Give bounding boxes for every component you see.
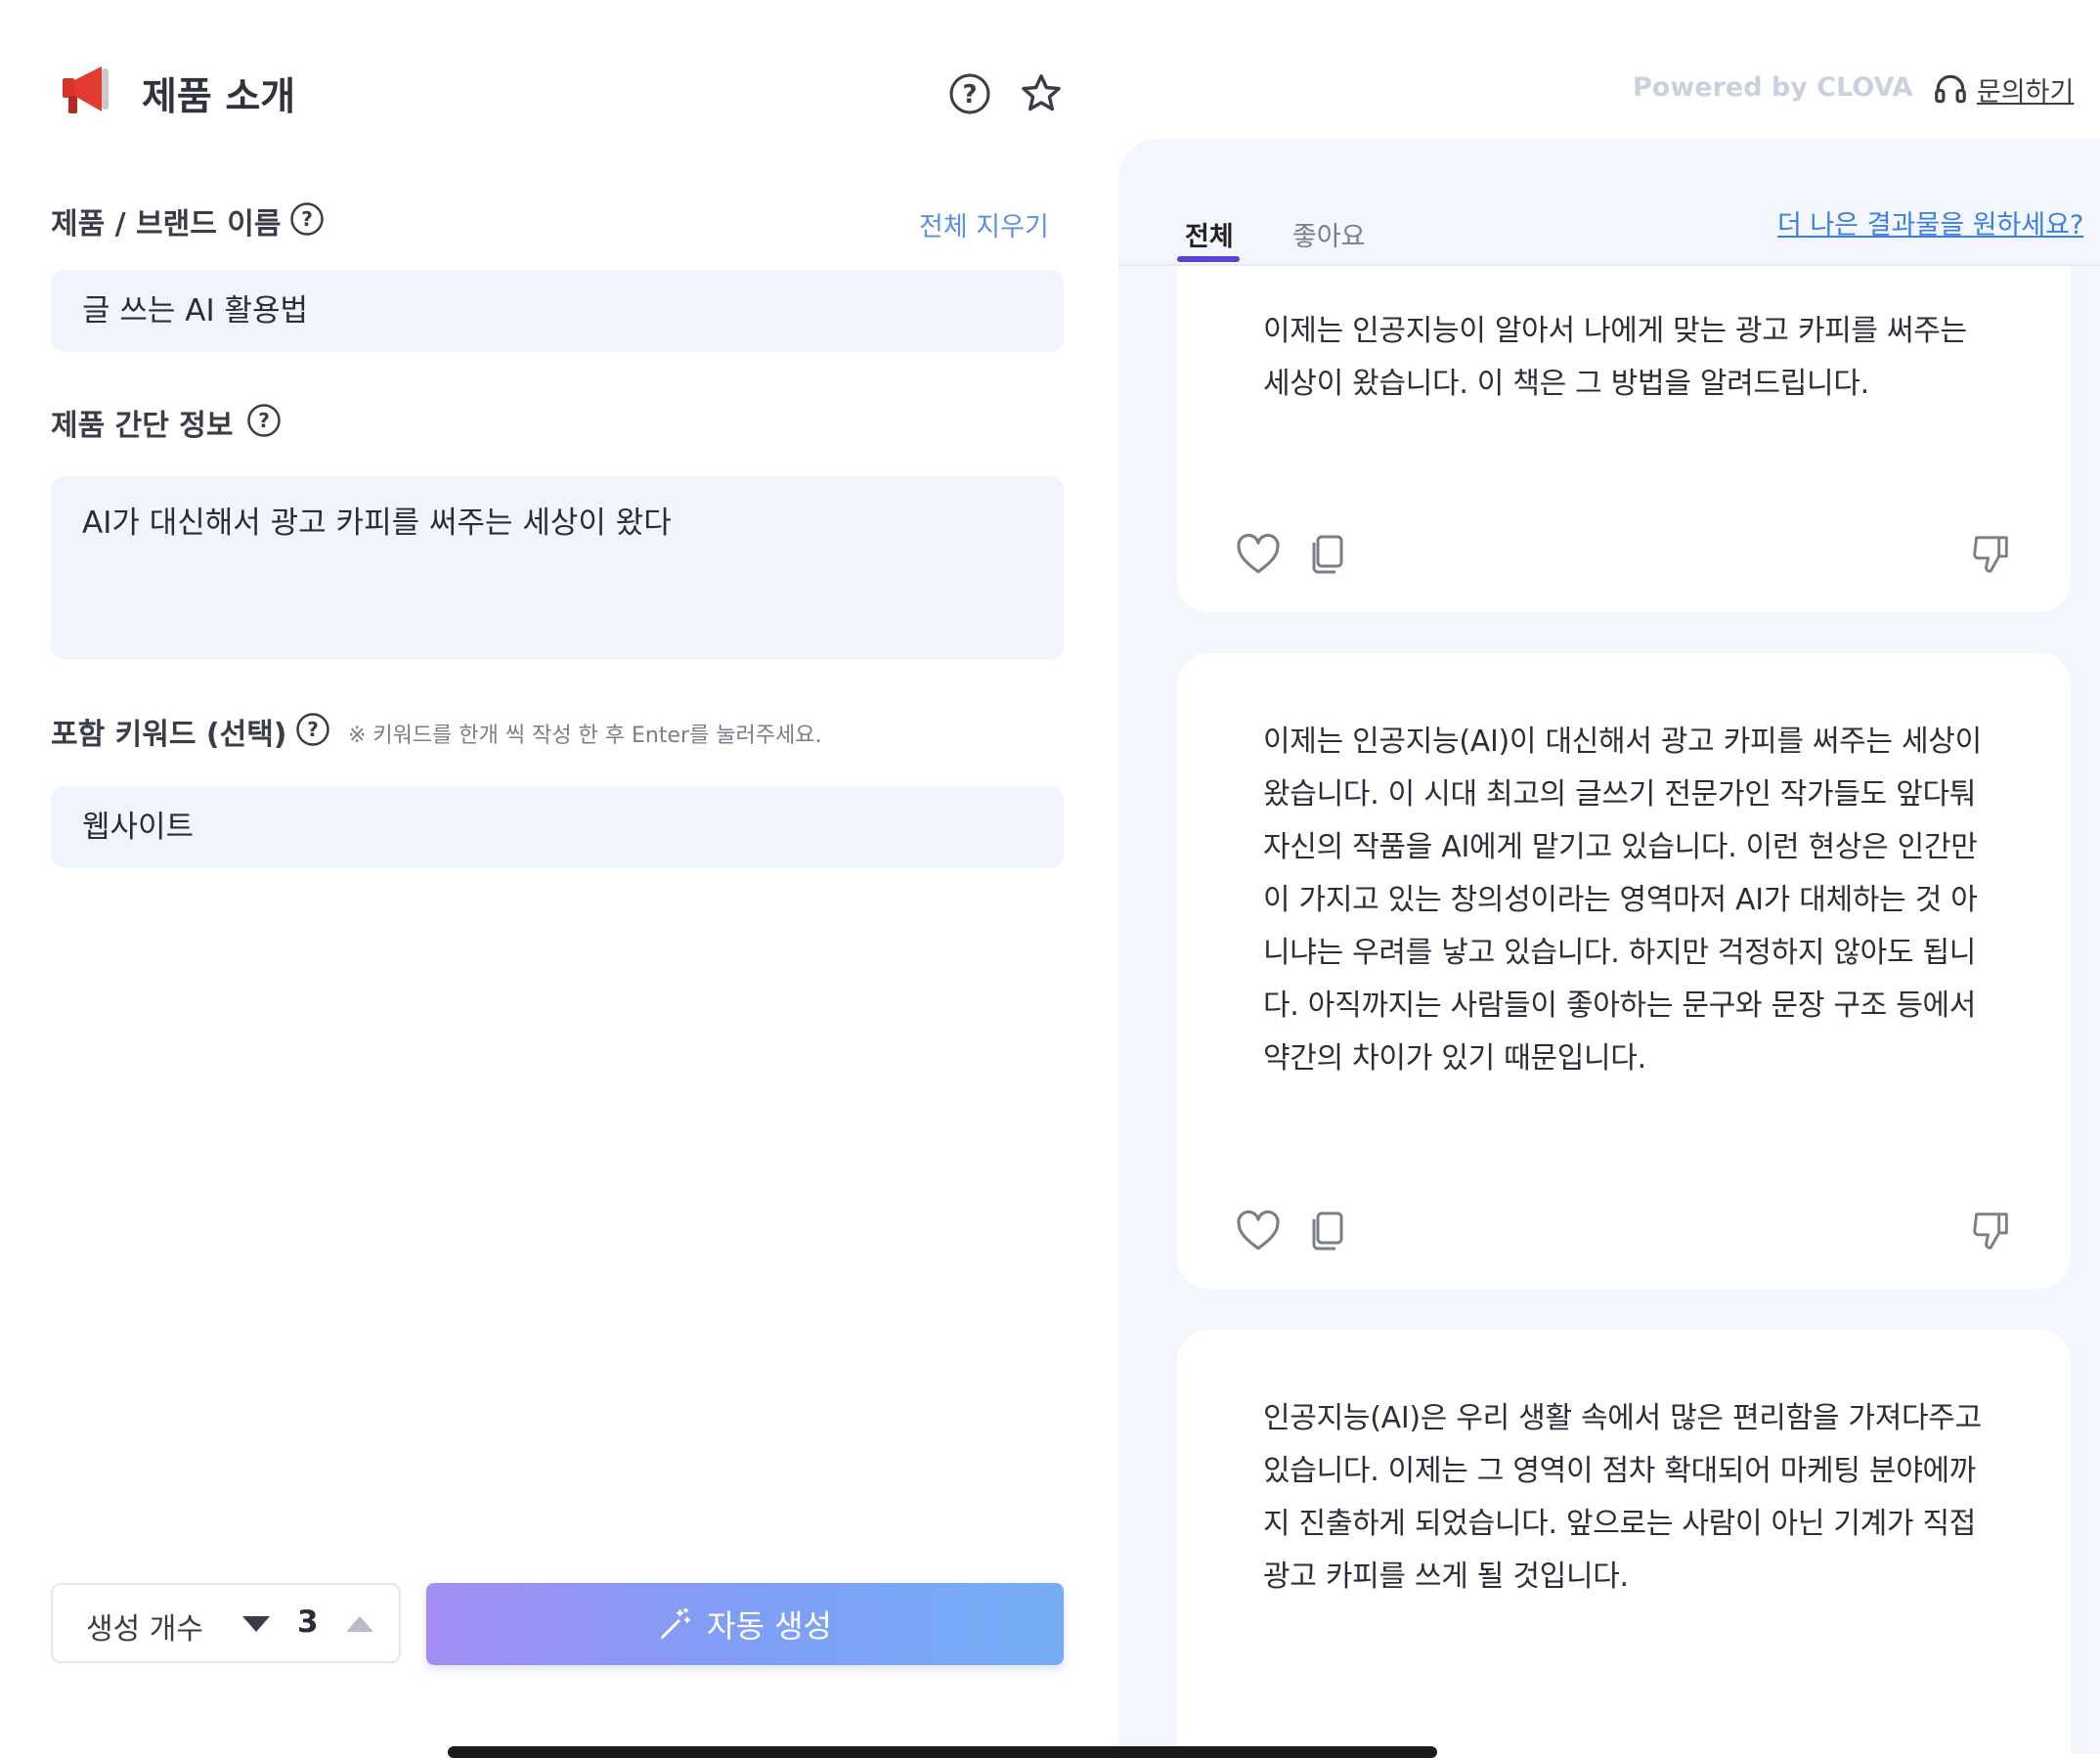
product-info-textarea[interactable]: AI가 대신해서 광고 카피를 써주는 세상이 왔다 bbox=[51, 476, 1064, 660]
home-indicator bbox=[448, 1746, 1437, 1758]
copy-icon[interactable] bbox=[1304, 530, 1351, 583]
card-2-line: 왔습니다. 이 시대 최고의 글쓰기 전문가인 작가들도 앞다퉈 bbox=[1263, 777, 1977, 812]
star-icon[interactable] bbox=[1019, 71, 1064, 116]
magic-wand-icon bbox=[658, 1606, 693, 1642]
tab-liked[interactable]: 좋아요 bbox=[1292, 215, 1366, 253]
card-3-line: 있습니다. 이제는 그 영역이 점차 확대되어 마케팅 분야에까 bbox=[1263, 1454, 1977, 1488]
tab-all[interactable]: 전체 bbox=[1185, 215, 1234, 253]
card-3-line: 광고 카피를 쓰게 될 것입니다. bbox=[1263, 1560, 1629, 1594]
keyword-value: 웹사이트 bbox=[82, 810, 195, 845]
svg-text:?: ? bbox=[962, 80, 977, 110]
card-2-line: 자신의 작품을 AI에게 맡기고 있습니다. 이런 현상은 인간만 bbox=[1263, 830, 1978, 864]
heart-icon[interactable] bbox=[1234, 530, 1283, 583]
card-1-line: 이제는 인공지능이 알아서 나에게 맞는 광고 카피를 써주는 bbox=[1263, 314, 1967, 348]
count-increase-button[interactable] bbox=[346, 1616, 373, 1636]
svg-text:?: ? bbox=[301, 207, 313, 231]
product-info-label: 제품 간단 정보 bbox=[51, 409, 234, 443]
card-2-line: 이 가지고 있는 창의성이라는 영역마저 AI가 대체하는 것 아 bbox=[1263, 883, 1978, 917]
count-label: 생성 개수 bbox=[86, 1612, 203, 1647]
copy-icon[interactable] bbox=[1304, 1207, 1351, 1259]
brand-name-input[interactable]: 글 쓰는 AI 활용법 bbox=[51, 270, 1064, 352]
card-2-line: 니냐는 우려를 낳고 있습니다. 하지만 걱정하지 않아도 됩니 bbox=[1263, 936, 1977, 970]
count-decrease-button[interactable] bbox=[242, 1616, 270, 1636]
contact-link[interactable]: 문의하기 bbox=[1977, 70, 2074, 109]
thumbs-down-icon[interactable] bbox=[1969, 532, 2014, 581]
result-card-2: 이제는 인공지능(AI)이 대신해서 광고 카피를 써주는 세상이 왔습니다. … bbox=[1177, 653, 2071, 1289]
auto-generate-button[interactable]: 자동 생성 bbox=[426, 1583, 1064, 1665]
card-2-line: 이제는 인공지능(AI)이 대신해서 광고 카피를 써주는 세상이 bbox=[1263, 725, 1982, 759]
keyword-help-icon[interactable]: ? bbox=[295, 712, 330, 751]
auto-generate-label: 자동 생성 bbox=[707, 1607, 832, 1645]
product-info-value: AI가 대신해서 광고 카피를 써주는 세상이 왔다 bbox=[82, 505, 672, 541]
clear-all-button[interactable]: 전체 지우기 bbox=[919, 205, 1049, 243]
card-3-line: 인공지능(AI)은 우리 생활 속에서 많은 편리함을 가져다주고 bbox=[1263, 1401, 1982, 1435]
heart-icon[interactable] bbox=[1234, 1207, 1283, 1259]
help-icon[interactable]: ? bbox=[948, 72, 991, 115]
page-title: 제품 소개 bbox=[142, 75, 296, 119]
brand-name-label: 제품 / 브랜드 이름 bbox=[51, 207, 282, 242]
keyword-input[interactable]: 웹사이트 bbox=[51, 786, 1064, 868]
keyword-hint: ※ 키워드를 한개 씩 작성 한 후 Enter를 눌러주세요. bbox=[348, 724, 822, 748]
svg-text:?: ? bbox=[307, 718, 319, 741]
result-card-3: 인공지능(AI)은 우리 생활 속에서 많은 편리함을 가져다주고 있습니다. … bbox=[1177, 1330, 2071, 1754]
powered-by-text: Powered by CLOVA bbox=[1633, 72, 1913, 103]
brand-name-value: 글 쓰는 AI 활용법 bbox=[82, 293, 309, 329]
brand-help-icon[interactable]: ? bbox=[289, 201, 325, 241]
card-2-line: 약간의 차이가 있기 때문입니다. bbox=[1263, 1041, 1646, 1076]
card-1-line: 세상이 왔습니다. 이 책은 그 방법을 알려드립니다. bbox=[1263, 367, 1869, 401]
count-stepper[interactable]: 생성 개수 3 bbox=[51, 1583, 401, 1663]
headset-icon[interactable] bbox=[1932, 70, 1969, 111]
keyword-label: 포함 키워드 (선택) bbox=[51, 718, 287, 752]
result-card-1: 이제는 인공지능이 알아서 나에게 맞는 광고 카피를 써주는 세상이 왔습니다… bbox=[1177, 266, 2071, 612]
card-3-line: 지 진출하게 되었습니다. 앞으로는 사람이 아닌 기계가 직접 bbox=[1263, 1507, 1977, 1541]
tab-all-underline bbox=[1177, 256, 1240, 262]
count-value: 3 bbox=[297, 1604, 319, 1640]
card-2-line: 다. 아직까지는 사람들이 좋아하는 문구와 문장 구조 등에서 bbox=[1263, 989, 1977, 1023]
svg-text:?: ? bbox=[258, 409, 270, 432]
info-help-icon[interactable]: ? bbox=[246, 403, 282, 442]
better-results-link[interactable]: 더 나은 결과물을 원하세요? bbox=[1777, 203, 2083, 242]
megaphone-icon bbox=[61, 65, 119, 123]
thumbs-down-icon[interactable] bbox=[1969, 1209, 2014, 1257]
